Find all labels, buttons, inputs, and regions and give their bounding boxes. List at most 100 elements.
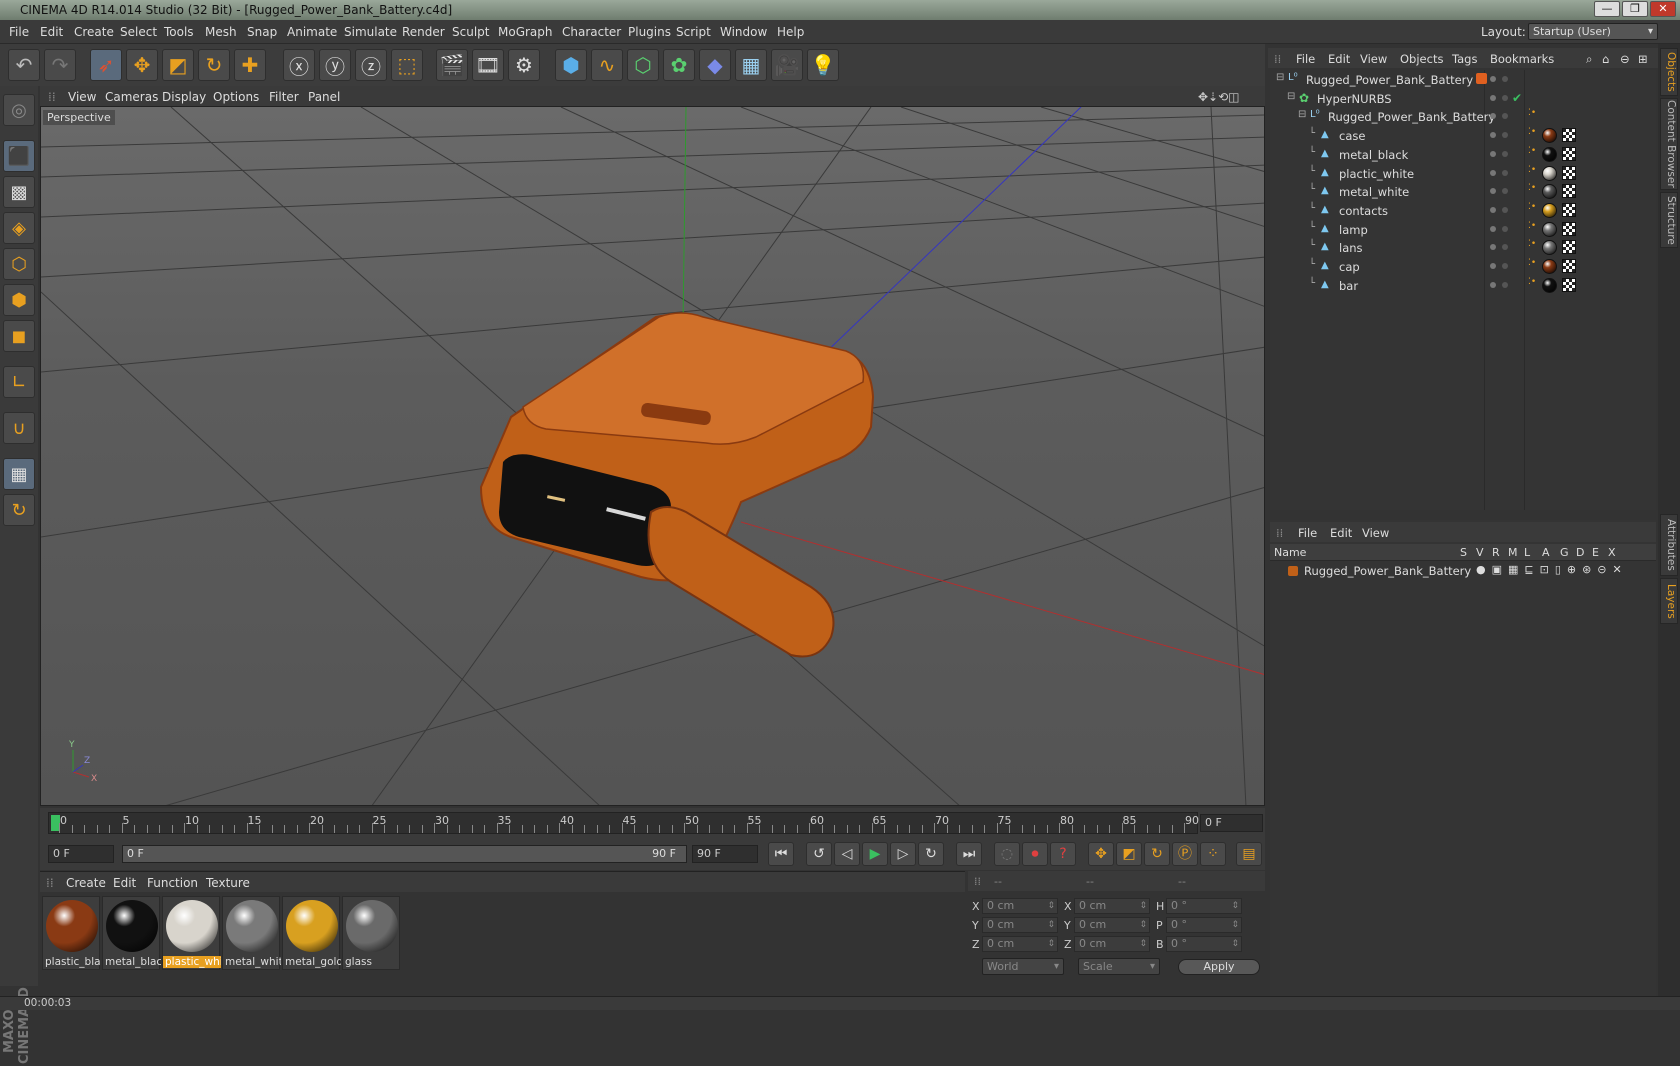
- material-menu-texture[interactable]: Texture: [206, 876, 250, 890]
- menu-snap[interactable]: Snap: [247, 25, 277, 39]
- layer-column-d[interactable]: D: [1576, 546, 1584, 559]
- current-frame-field[interactable]: 0 F: [1200, 814, 1263, 832]
- key-scale-icon[interactable]: ◩: [1116, 842, 1142, 866]
- viewport-menu-cameras[interactable]: Cameras: [105, 90, 158, 104]
- object-tree-row[interactable]: └ ▲ metal_black ⁚•: [1270, 145, 1656, 165]
- collapse-toggle-icon[interactable]: ⊟: [1276, 72, 1284, 83]
- layer-column-v[interactable]: V: [1476, 546, 1484, 559]
- transform-icon[interactable]: ✚: [234, 49, 266, 81]
- object-tree-row[interactable]: └ ▲ plactic_white ⁚•: [1270, 164, 1656, 184]
- nurbs-icon[interactable]: ⬡: [627, 49, 659, 81]
- menu-edit[interactable]: Edit: [40, 25, 63, 39]
- end-frame-field[interactable]: 90 F: [692, 845, 758, 863]
- render-visibility-dot[interactable]: [1502, 188, 1508, 195]
- object-name[interactable]: lamp: [1339, 223, 1368, 237]
- record-keys-icon[interactable]: ◌: [994, 842, 1020, 866]
- array-icon[interactable]: ✿: [663, 49, 695, 81]
- collapse-toggle-icon[interactable]: ⊟: [1298, 109, 1306, 120]
- menu-mograph[interactable]: MoGraph: [498, 25, 553, 39]
- render-visibility-dot[interactable]: [1502, 281, 1508, 288]
- phong-tag-icon[interactable]: ⁚•: [1528, 146, 1536, 156]
- viewport-menu-filter[interactable]: Filter: [269, 90, 299, 104]
- x-axis-lock-icon[interactable]: ⓧ: [283, 49, 315, 81]
- object-name[interactable]: case: [1339, 129, 1365, 143]
- layer-column-x[interactable]: X: [1608, 546, 1616, 559]
- axis-mode-icon[interactable]: ∟: [3, 366, 35, 398]
- uvw-tag-icon[interactable]: [1562, 221, 1576, 236]
- range-slider[interactable]: 0 F 90 F: [122, 845, 687, 863]
- coord-size-field[interactable]: 0 cm: [1074, 917, 1150, 933]
- viewport-menu-display[interactable]: Display: [162, 90, 206, 104]
- power-bank-model[interactable]: [479, 312, 875, 658]
- material-menu-edit[interactable]: Edit: [113, 876, 136, 890]
- restore-button[interactable]: ❐: [1622, 1, 1648, 17]
- object-tree-row[interactable]: └ ▲ contacts ⁚•: [1270, 201, 1656, 221]
- render-visibility-dot[interactable]: [1502, 244, 1508, 251]
- layer-menu-edit[interactable]: Edit: [1330, 526, 1352, 540]
- undo-icon[interactable]: ↶: [8, 49, 40, 81]
- menu-script[interactable]: Script: [676, 25, 711, 39]
- go-to-end-icon[interactable]: ⏭: [956, 842, 982, 866]
- phong-tag-icon[interactable]: ⁚•: [1528, 277, 1536, 287]
- points-mode-icon[interactable]: ⬡: [3, 248, 35, 280]
- side-tab-attributes[interactable]: Attributes: [1660, 514, 1678, 576]
- material-swatch[interactable]: metal_black: [102, 896, 161, 970]
- editor-visibility-dot[interactable]: [1490, 132, 1496, 139]
- object-tree-row[interactable]: └ ▲ cap ⁚•: [1270, 257, 1656, 277]
- material-swatch[interactable]: plastic_whi: [162, 896, 221, 970]
- editor-visibility-dot[interactable]: [1490, 206, 1496, 213]
- menu-file[interactable]: File: [9, 25, 29, 39]
- collapse-toggle-icon[interactable]: ⊟: [1287, 91, 1295, 102]
- object-tree-row[interactable]: └ ▲ bar ⁚•: [1270, 276, 1656, 296]
- coord-rotation-field[interactable]: 0 °: [1166, 898, 1242, 914]
- start-frame-field[interactable]: 0 F: [48, 845, 114, 863]
- key-rotation-icon[interactable]: ↻: [1144, 842, 1170, 866]
- enabled-check-icon[interactable]: ✔: [1512, 91, 1522, 105]
- deformer-icon[interactable]: ◆: [699, 49, 731, 81]
- workplane-lock-icon[interactable]: ▦: [3, 458, 35, 490]
- floor-icon[interactable]: ▦: [735, 49, 767, 81]
- texture-mode-icon[interactable]: ▩: [3, 176, 35, 208]
- render-visibility-dot[interactable]: [1502, 150, 1508, 157]
- object-menu-view[interactable]: View: [1360, 52, 1387, 66]
- object-menu-objects[interactable]: Objects: [1400, 52, 1443, 66]
- object-name[interactable]: lans: [1339, 241, 1363, 255]
- keyframe-help-icon[interactable]: ?: [1050, 842, 1076, 866]
- viewport-menu-view[interactable]: View: [68, 90, 96, 104]
- link-icon[interactable]: ⊖: [1620, 52, 1630, 66]
- menu-simulate[interactable]: Simulate: [344, 25, 397, 39]
- planar-workplane-icon[interactable]: ↻: [3, 494, 35, 526]
- make-editable-icon[interactable]: ◎: [3, 94, 35, 126]
- material-swatch[interactable]: metal_whit: [222, 896, 281, 970]
- uvw-tag-icon[interactable]: [1562, 240, 1576, 255]
- menu-animate[interactable]: Animate: [287, 25, 337, 39]
- layer-flags-icons[interactable]: ●▣▦⊑⊡▯⊕⊛⊝✕: [1476, 563, 1628, 576]
- layer-column-s[interactable]: S: [1460, 546, 1467, 559]
- timeline-window-icon[interactable]: ▤: [1236, 842, 1262, 866]
- layer-column-r[interactable]: R: [1492, 546, 1500, 559]
- uvw-tag-icon[interactable]: [1562, 259, 1576, 273]
- render-visibility-dot[interactable]: [1502, 169, 1508, 176]
- object-menu-file[interactable]: File: [1296, 52, 1315, 66]
- phong-tag-icon[interactable]: ⁚•: [1528, 108, 1536, 118]
- object-tree-row[interactable]: └ ▲ metal_white ⁚•: [1270, 182, 1656, 202]
- menu-tools[interactable]: Tools: [164, 25, 194, 39]
- object-tree-row[interactable]: └ ▲ lamp ⁚•: [1270, 220, 1656, 240]
- editor-visibility-dot[interactable]: [1490, 225, 1496, 232]
- object-menu-bookmarks[interactable]: Bookmarks: [1490, 52, 1554, 66]
- coord-rotation-field[interactable]: 0 °: [1166, 917, 1242, 933]
- coord-position-field[interactable]: 0 cm: [982, 917, 1058, 933]
- phong-tag-icon[interactable]: ⁚•: [1528, 165, 1536, 175]
- render-visibility-dot[interactable]: [1502, 94, 1508, 101]
- render-settings-icon[interactable]: ⚙: [508, 49, 540, 81]
- key-pla-icon[interactable]: ⁘: [1200, 842, 1226, 866]
- go-to-start-icon[interactable]: ⏮: [768, 842, 794, 866]
- material-tag-icon[interactable]: [1542, 202, 1557, 218]
- editor-visibility-dot[interactable]: [1490, 281, 1496, 288]
- autokey-icon[interactable]: ⏺: [1022, 842, 1048, 866]
- next-key-icon[interactable]: ↻: [918, 842, 944, 866]
- scale-icon[interactable]: ◩: [162, 49, 194, 81]
- prev-frame-icon[interactable]: ◁: [834, 842, 860, 866]
- layer-column-m[interactable]: M: [1508, 546, 1518, 559]
- editor-visibility-dot[interactable]: [1490, 263, 1496, 269]
